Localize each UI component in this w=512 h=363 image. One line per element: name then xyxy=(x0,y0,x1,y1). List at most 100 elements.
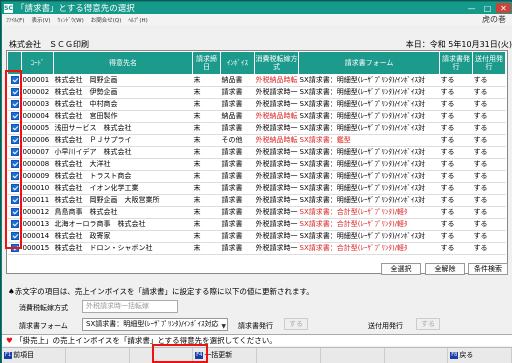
row-issue: する xyxy=(439,218,473,231)
send-issue-label: 送付用発行 xyxy=(368,322,403,330)
menu-file[interactable]: ﾌｧｲﾙ(F) xyxy=(6,16,24,24)
table-row[interactable]: 000015 株式会社 ドロン・シャボン社末請求書 外税請求時一 SX請求書：合計型(… xyxy=(7,242,506,255)
row-tax: 外税請求時一 xyxy=(254,170,299,183)
row-send: する xyxy=(472,158,506,171)
condition-search-button[interactable]: 条件検索 xyxy=(468,263,508,275)
row-close: 末 xyxy=(192,98,221,111)
checkbox-highlight xyxy=(5,70,22,249)
close-button[interactable]: ✕ xyxy=(496,3,511,13)
row-tax: 外税請求時一 xyxy=(254,86,299,99)
col-tax[interactable]: 消費税転嫁方式 xyxy=(254,51,299,75)
row-form: SX請求書：明細型(ﾚｰｻﾞﾌﾟﾘﾝﾀ)/ｲﾝﾎﾞｲｽ対 xyxy=(298,74,440,87)
row-code: 000006 xyxy=(21,134,54,147)
row-invoice: 納品書 xyxy=(220,110,255,123)
f2-key xyxy=(66,348,130,363)
table-row[interactable]: 000010 株式会社 イオン化学工業末請求書 外税請求時一 SX請求書：明細型(ﾚｰ… xyxy=(7,182,506,195)
col-name[interactable]: 得意先名 xyxy=(53,51,193,75)
row-issue: する xyxy=(439,86,473,99)
maximize-button[interactable]: □ xyxy=(480,3,495,13)
row-issue: する xyxy=(439,230,473,243)
title-bar: SC 「請求書」とする得意先の選択 — □ ✕ xyxy=(2,2,512,14)
today-date: 本日：令和 5年10月31日(火) xyxy=(405,40,512,49)
row-close: 末 xyxy=(192,74,221,87)
f8-key-tag: F8 xyxy=(450,351,459,359)
menu-view[interactable]: 表示(V) xyxy=(31,16,50,24)
customer-table: ｺｰﾄﾞ 得意先名 請求締日 ｲﾝﾎﾞｲｽ 消費税転嫁方式 請求書フォーム 請求… xyxy=(6,50,508,274)
f1-key-tag: F1 xyxy=(4,351,13,359)
row-form: SX請求書：明細型(ﾚｰｻﾞﾌﾟﾘﾝﾀ)/ｲﾝﾎﾞｲｽ対 xyxy=(298,158,440,171)
row-form: SX請求書：合計型(ﾚｰｻﾞﾌﾟﾘﾝﾀ)/軽ﾀ xyxy=(298,242,440,255)
table-row[interactable]: 000007 小早川イデア 株式会社末請求書 外税請求時一 SX請求書：明細型(ﾚｰｻ… xyxy=(7,146,506,159)
table-row[interactable]: 000008 株式会社 大洋社末請求書 外税請求時一 SX請求書：明細型(ﾚｰｻﾞﾌﾟ… xyxy=(7,158,506,171)
row-send: する xyxy=(472,206,506,219)
row-code: 000004 xyxy=(21,110,54,123)
invoice-form-select[interactable]: SX請求書：明細型(ﾚｰｻﾞﾌﾟﾘﾝﾀ)/ｲﾝﾎﾞｲｽ対応 ▼ xyxy=(82,318,228,331)
row-form: SX請求書：合計型(ﾚｰｻﾞﾌﾟﾘﾝﾀ)/軽ﾀ xyxy=(298,206,440,219)
row-form: SX請求書：鑑型 xyxy=(298,134,440,147)
f4-highlight xyxy=(152,344,208,363)
row-send: する xyxy=(472,122,506,135)
f1-prev-item-button[interactable]: F1 前項目 xyxy=(2,348,66,363)
row-invoice: 請求書 xyxy=(220,146,255,159)
row-issue: する xyxy=(439,206,473,219)
table-row[interactable]: 000003 株式会社 中村商会末請求書 外税請求時一 SX請求書：明細型(ﾚｰｻﾞﾌ… xyxy=(7,98,506,111)
row-form: SX請求書：明細型(ﾚｰｻﾞﾌﾟﾘﾝﾀ)/ｲﾝﾎﾞｲｽ対 xyxy=(298,110,440,123)
row-code: 000012 xyxy=(21,206,54,219)
row-issue: する xyxy=(439,158,473,171)
clear-all-button[interactable]: 全解除 xyxy=(425,263,465,275)
table-row[interactable]: 000009 株式会社 トラスト商会末請求書 外税請求時一 SX請求書：明細型(ﾚｰｻ… xyxy=(7,170,506,183)
col-close[interactable]: 請求締日 xyxy=(192,51,221,75)
table-row[interactable]: 000005 浅田サービス 株式会社末請求書 外税請求時一 SX請求書：明細型(ﾚｰｻ… xyxy=(7,122,506,135)
row-issue: する xyxy=(439,182,473,195)
table-row[interactable]: 000002 株式会社 伊勢企画末請求書 外税請求時一 SX請求書：明細型(ﾚｰｻﾞﾌ… xyxy=(7,86,506,99)
info-note: ♠赤文字の項目は、売上インボイスを「請求書」に設定する際に以下の値に更新されます… xyxy=(8,287,314,296)
f8-back-button[interactable]: F8 戻る xyxy=(448,348,512,363)
f7-key xyxy=(385,348,449,363)
row-issue: する xyxy=(439,134,473,147)
row-form: SX請求書：明細型(ﾚｰｻﾞﾌﾟﾘﾝﾀ)/ｲﾝﾎﾞｲｽ対 xyxy=(298,194,440,207)
row-issue: する xyxy=(439,146,473,159)
col-form[interactable]: 請求書フォーム xyxy=(298,51,440,75)
row-name: 浅田サービス 株式会社 xyxy=(53,122,193,135)
select-all-button[interactable]: 全選択 xyxy=(381,263,421,275)
table-row[interactable]: 000011 株式会社 岡野企画 大阪営業所末請求書 外税請求時一 SX請求書：明細型… xyxy=(7,194,506,207)
row-name: 株式会社 ＰＪサプライ xyxy=(53,134,193,147)
row-code: 000005 xyxy=(21,122,54,135)
table-row[interactable]: 000004 株式会社 宮田製作末納品書 外税納品時転 SX請求書：明細型(ﾚｰｻﾞﾌ… xyxy=(7,110,506,123)
menu-contact[interactable]: お問合せ(Q) xyxy=(91,16,122,24)
row-issue: する xyxy=(439,242,473,255)
invoice-issue-button[interactable]: する xyxy=(284,318,308,330)
menu-window[interactable]: ｳｨﾝﾄﾞｳ(W) xyxy=(58,16,84,24)
menu-bar: ﾌｧｲﾙ(F) 表示(V) ｳｨﾝﾄﾞｳ(W) お問合せ(Q) ﾍﾙﾌﾟ(H) … xyxy=(2,14,512,25)
row-invoice: その他 xyxy=(220,134,255,147)
table-row[interactable]: 000006 株式会社 ＰＪサプライ末その他 外税納品時転 SX請求書：鑑型 する する xyxy=(7,134,506,147)
table-row[interactable]: 000013 北海オーロラ商事 株式会社末請求書 外税請求時一 SX請求書：合計型(ﾚ… xyxy=(7,218,506,231)
row-code: 000002 xyxy=(21,86,54,99)
send-issue-button[interactable]: する xyxy=(416,318,440,330)
row-close: 末 xyxy=(192,230,221,243)
menu-tora-no-maki[interactable]: 虎の巻 xyxy=(482,14,506,25)
row-invoice: 請求書 xyxy=(220,194,255,207)
menu-help[interactable]: ﾍﾙﾌﾟ(H) xyxy=(128,16,147,24)
row-name: 株式会社 トラスト商会 xyxy=(53,170,193,183)
row-tax: 外税納品時転 xyxy=(254,74,299,87)
status-bar: ♥ 「掛売上」の売上インボイスを「請求書」とする得意先を選択してください。 xyxy=(2,334,512,346)
col-code[interactable]: ｺｰﾄﾞ xyxy=(21,51,54,75)
heart-icon: ♥ xyxy=(6,336,13,345)
row-code: 000013 xyxy=(21,218,54,231)
row-issue: する xyxy=(439,194,473,207)
row-form: SX請求書：明細型(ﾚｰｻﾞﾌﾟﾘﾝﾀ)/ｲﾝﾎﾞｲｽ対 xyxy=(298,170,440,183)
company-name: 株式会社 ＳＣＧ印刷 xyxy=(9,40,89,49)
col-invoice[interactable]: ｲﾝﾎﾞｲｽ xyxy=(220,51,255,75)
row-form: SX請求書：合計型(ﾚｰｻﾞﾌﾟﾘﾝﾀ)/軽ﾀ xyxy=(298,218,440,231)
table-row[interactable]: 000001 株式会社 岡野企画末納品書 外税納品時転 SX請求書：明細型(ﾚｰｻﾞﾌ… xyxy=(7,74,506,87)
minimize-button[interactable]: — xyxy=(464,3,479,13)
invoice-issue-label: 請求書発行 xyxy=(238,322,273,330)
f6-key xyxy=(321,348,385,363)
table-row[interactable]: 000014 株式会社 政寄家末請求書 外税請求時一 SX請求書：明細型(ﾚｰｻﾞﾌﾟ… xyxy=(7,230,506,243)
col-issue[interactable]: 請求書発行 xyxy=(439,51,473,75)
row-invoice: 請求書 xyxy=(220,158,255,171)
row-form: SX請求書：明細型(ﾚｰｻﾞﾌﾟﾘﾝﾀ)/ｲﾝﾎﾞｲｽ対 xyxy=(298,86,440,99)
col-send[interactable]: 送付用発行 xyxy=(472,51,506,75)
table-row[interactable]: 000012 鳥島商事 株式会社末請求書 外税請求時一 SX請求書：合計型(ﾚｰｻﾞﾌ… xyxy=(7,206,506,219)
